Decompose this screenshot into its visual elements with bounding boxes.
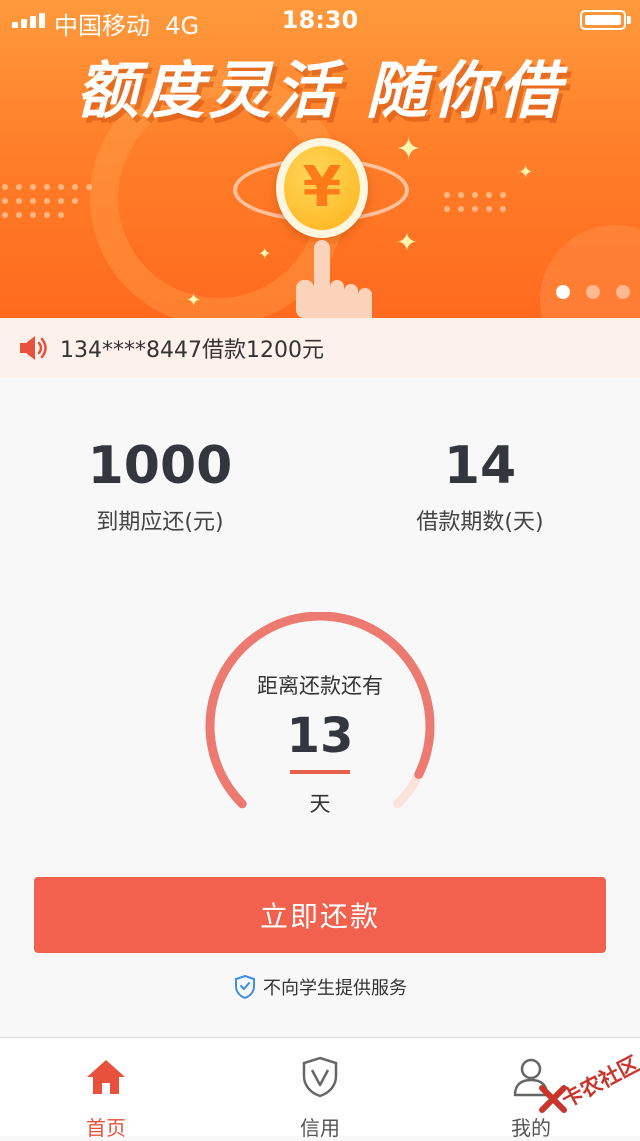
battery-tip xyxy=(627,16,631,24)
countdown-unit: 天 xyxy=(309,792,331,816)
loan-term-stat: 14 借款期数(天) xyxy=(350,436,610,536)
status-time: 18:30 xyxy=(281,6,359,34)
pagination-dot-active[interactable] xyxy=(556,285,570,299)
shield-v-icon xyxy=(302,1056,338,1098)
sparkle-icon: ✦ xyxy=(186,290,202,311)
loan-term-label: 借款期数(天) xyxy=(416,510,544,535)
promo-banner[interactable]: 中国移动 4G 18:30 额度灵活 随你借 ¥ ✦ ✦ ✦ ✦ ✦ xyxy=(0,0,640,318)
loan-term-value: 14 xyxy=(443,436,517,496)
pointing-hand-icon xyxy=(296,240,372,318)
pagination-dot[interactable] xyxy=(616,285,630,299)
coin-icon: ¥ xyxy=(276,138,368,238)
repay-now-button[interactable]: 立即还款 xyxy=(34,877,606,953)
watermark-text: 卡农社区 xyxy=(557,1051,640,1113)
repayment-countdown-gauge: 距离还款还有 13 天 xyxy=(200,612,440,840)
dots-decoration xyxy=(444,192,514,232)
amount-due-stat: 1000 到期应还(元) xyxy=(30,436,290,536)
battery-icon xyxy=(580,10,626,30)
amount-due-value: 1000 xyxy=(87,436,233,496)
tab-home[interactable]: 首页 xyxy=(36,1052,176,1141)
notice-bar: 134****8447借款1200元 xyxy=(0,318,640,378)
banner-decoration xyxy=(540,225,640,318)
countdown-title: 距离还款还有 xyxy=(257,674,383,698)
sparkle-icon: ✦ xyxy=(258,244,272,263)
banner-slogan: 额度灵活 随你借 xyxy=(76,54,564,127)
dots-decoration xyxy=(0,184,100,224)
banner-pagination xyxy=(556,285,630,299)
sparkle-icon: ✦ xyxy=(396,132,422,167)
sparkle-icon: ✦ xyxy=(396,228,418,258)
disclaimer-text: 不向学生提供服务 xyxy=(263,978,407,999)
tab-home-label: 首页 xyxy=(86,1116,126,1140)
student-disclaimer: 不向学生提供服务 xyxy=(0,974,640,1000)
countdown-divider xyxy=(290,770,350,774)
sparkle-icon: ✦ xyxy=(518,162,534,183)
home-icon xyxy=(87,1060,125,1094)
tab-credit[interactable]: 信用 xyxy=(250,1052,390,1141)
countdown-days: 13 xyxy=(286,708,354,764)
speaker-icon xyxy=(20,336,47,360)
coin-symbol: ¥ xyxy=(284,146,360,230)
shield-check-icon xyxy=(235,974,255,1000)
notice-text: 134****8447借款1200元 xyxy=(60,338,324,363)
amount-due-label: 到期应还(元) xyxy=(96,510,224,535)
tab-credit-label: 信用 xyxy=(300,1116,340,1140)
status-bar: 中国移动 4G 18:30 xyxy=(0,0,640,40)
watermark-logo: 卡农社区 xyxy=(534,1052,640,1122)
pagination-dot[interactable] xyxy=(586,285,600,299)
